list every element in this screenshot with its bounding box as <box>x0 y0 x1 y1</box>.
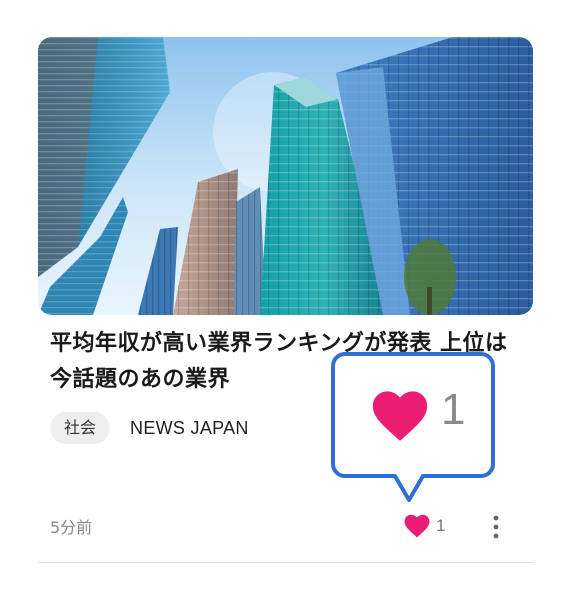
article-card[interactable]: 平均年収が高い業界ランキングが発表 上位は今話題のあの業界 社会 NEWS JA… <box>0 0 570 600</box>
source-name: NEWS JAPAN <box>130 417 249 438</box>
timestamp: 5分前 <box>50 518 93 537</box>
skyscrapers-image <box>38 37 533 315</box>
article-thumbnail[interactable] <box>38 37 533 315</box>
more-vertical-icon <box>493 515 499 539</box>
divider <box>38 562 533 563</box>
heart-icon <box>372 391 428 441</box>
heart-icon <box>404 514 430 538</box>
like-button[interactable]: 1 <box>404 512 445 540</box>
callout-like-count: 1 <box>441 385 466 434</box>
like-count: 1 <box>436 516 446 535</box>
article-meta: 社会 NEWS JAPAN <box>50 412 249 444</box>
more-options-button[interactable] <box>484 512 508 542</box>
category-chip[interactable]: 社会 <box>50 412 111 444</box>
like-callout: 1 <box>331 352 495 502</box>
